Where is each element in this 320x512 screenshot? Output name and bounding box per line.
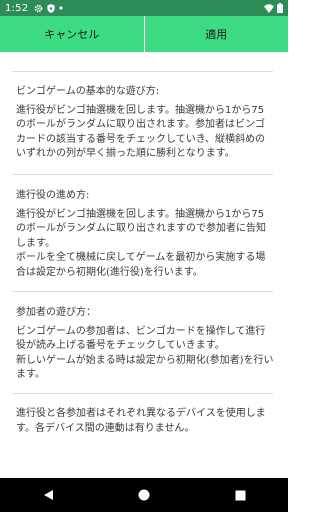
back-icon	[43, 486, 54, 505]
navigation-bar	[0, 478, 288, 512]
status-bar: 1:52	[0, 0, 288, 16]
recents-icon	[235, 486, 246, 505]
help-content[interactable]: ビンゴゲームの基本的な遊び方: 進行役がビンゴ抽選機を回します。抽選機から1から…	[0, 52, 288, 478]
divider	[12, 291, 273, 292]
apply-button[interactable]: 適用	[145, 16, 289, 52]
shield-icon	[47, 3, 55, 13]
back-button[interactable]	[28, 478, 68, 512]
status-time: 1:52	[5, 2, 29, 14]
section-host-guide: 進行役の進め方: 進行役がビンゴ抽選機を回します。抽選機から1から75のボールが…	[16, 189, 274, 280]
dot-icon	[59, 6, 63, 10]
section-heading: ビンゴゲームの基本的な遊び方:	[16, 86, 160, 97]
section-basic-rules: ビンゴゲームの基本的な遊び方: 進行役がビンゴ抽選機を回します。抽選機から1から…	[16, 85, 274, 162]
battery-icon	[277, 3, 283, 13]
section-body: 進行役がビンゴ抽選機を回します。抽選機から1から75のボールがランダムに取り出さ…	[16, 104, 265, 160]
recents-button[interactable]	[220, 478, 260, 512]
divider	[12, 71, 273, 72]
section-devices-note: 進行役と各参加者はそれぞれ異なるデバイスを使用します。各デバイス間の連動は有りま…	[16, 407, 274, 436]
section-heading: 参加者の遊び方：	[16, 307, 96, 318]
section-body: 進行役がビンゴ抽選機を回します。抽選機から1から75のボールがランダムに取り出さ…	[16, 208, 266, 278]
wifi-icon	[264, 3, 274, 13]
section-player-guide: 参加者の遊び方： ビンゴゲームの参加者は、ビンゴカードを操作して進行役が読み上げ…	[16, 306, 274, 383]
home-button[interactable]	[124, 478, 164, 512]
section-body: 進行役と各参加者はそれぞれ異なるデバイスを使用します。各デバイス間の連動は有りま…	[16, 408, 266, 434]
divider	[12, 393, 273, 394]
section-heading: 進行役の進め方:	[16, 190, 90, 201]
cancel-button[interactable]: キャンセル	[0, 16, 144, 52]
divider	[12, 174, 273, 175]
action-bar: キャンセル 適用	[0, 16, 288, 52]
section-body: ビンゴゲームの参加者は、ビンゴカードを操作して進行役が読み上げる番号をチェックし…	[16, 325, 274, 381]
gear-icon	[34, 4, 43, 13]
home-icon	[138, 486, 150, 505]
